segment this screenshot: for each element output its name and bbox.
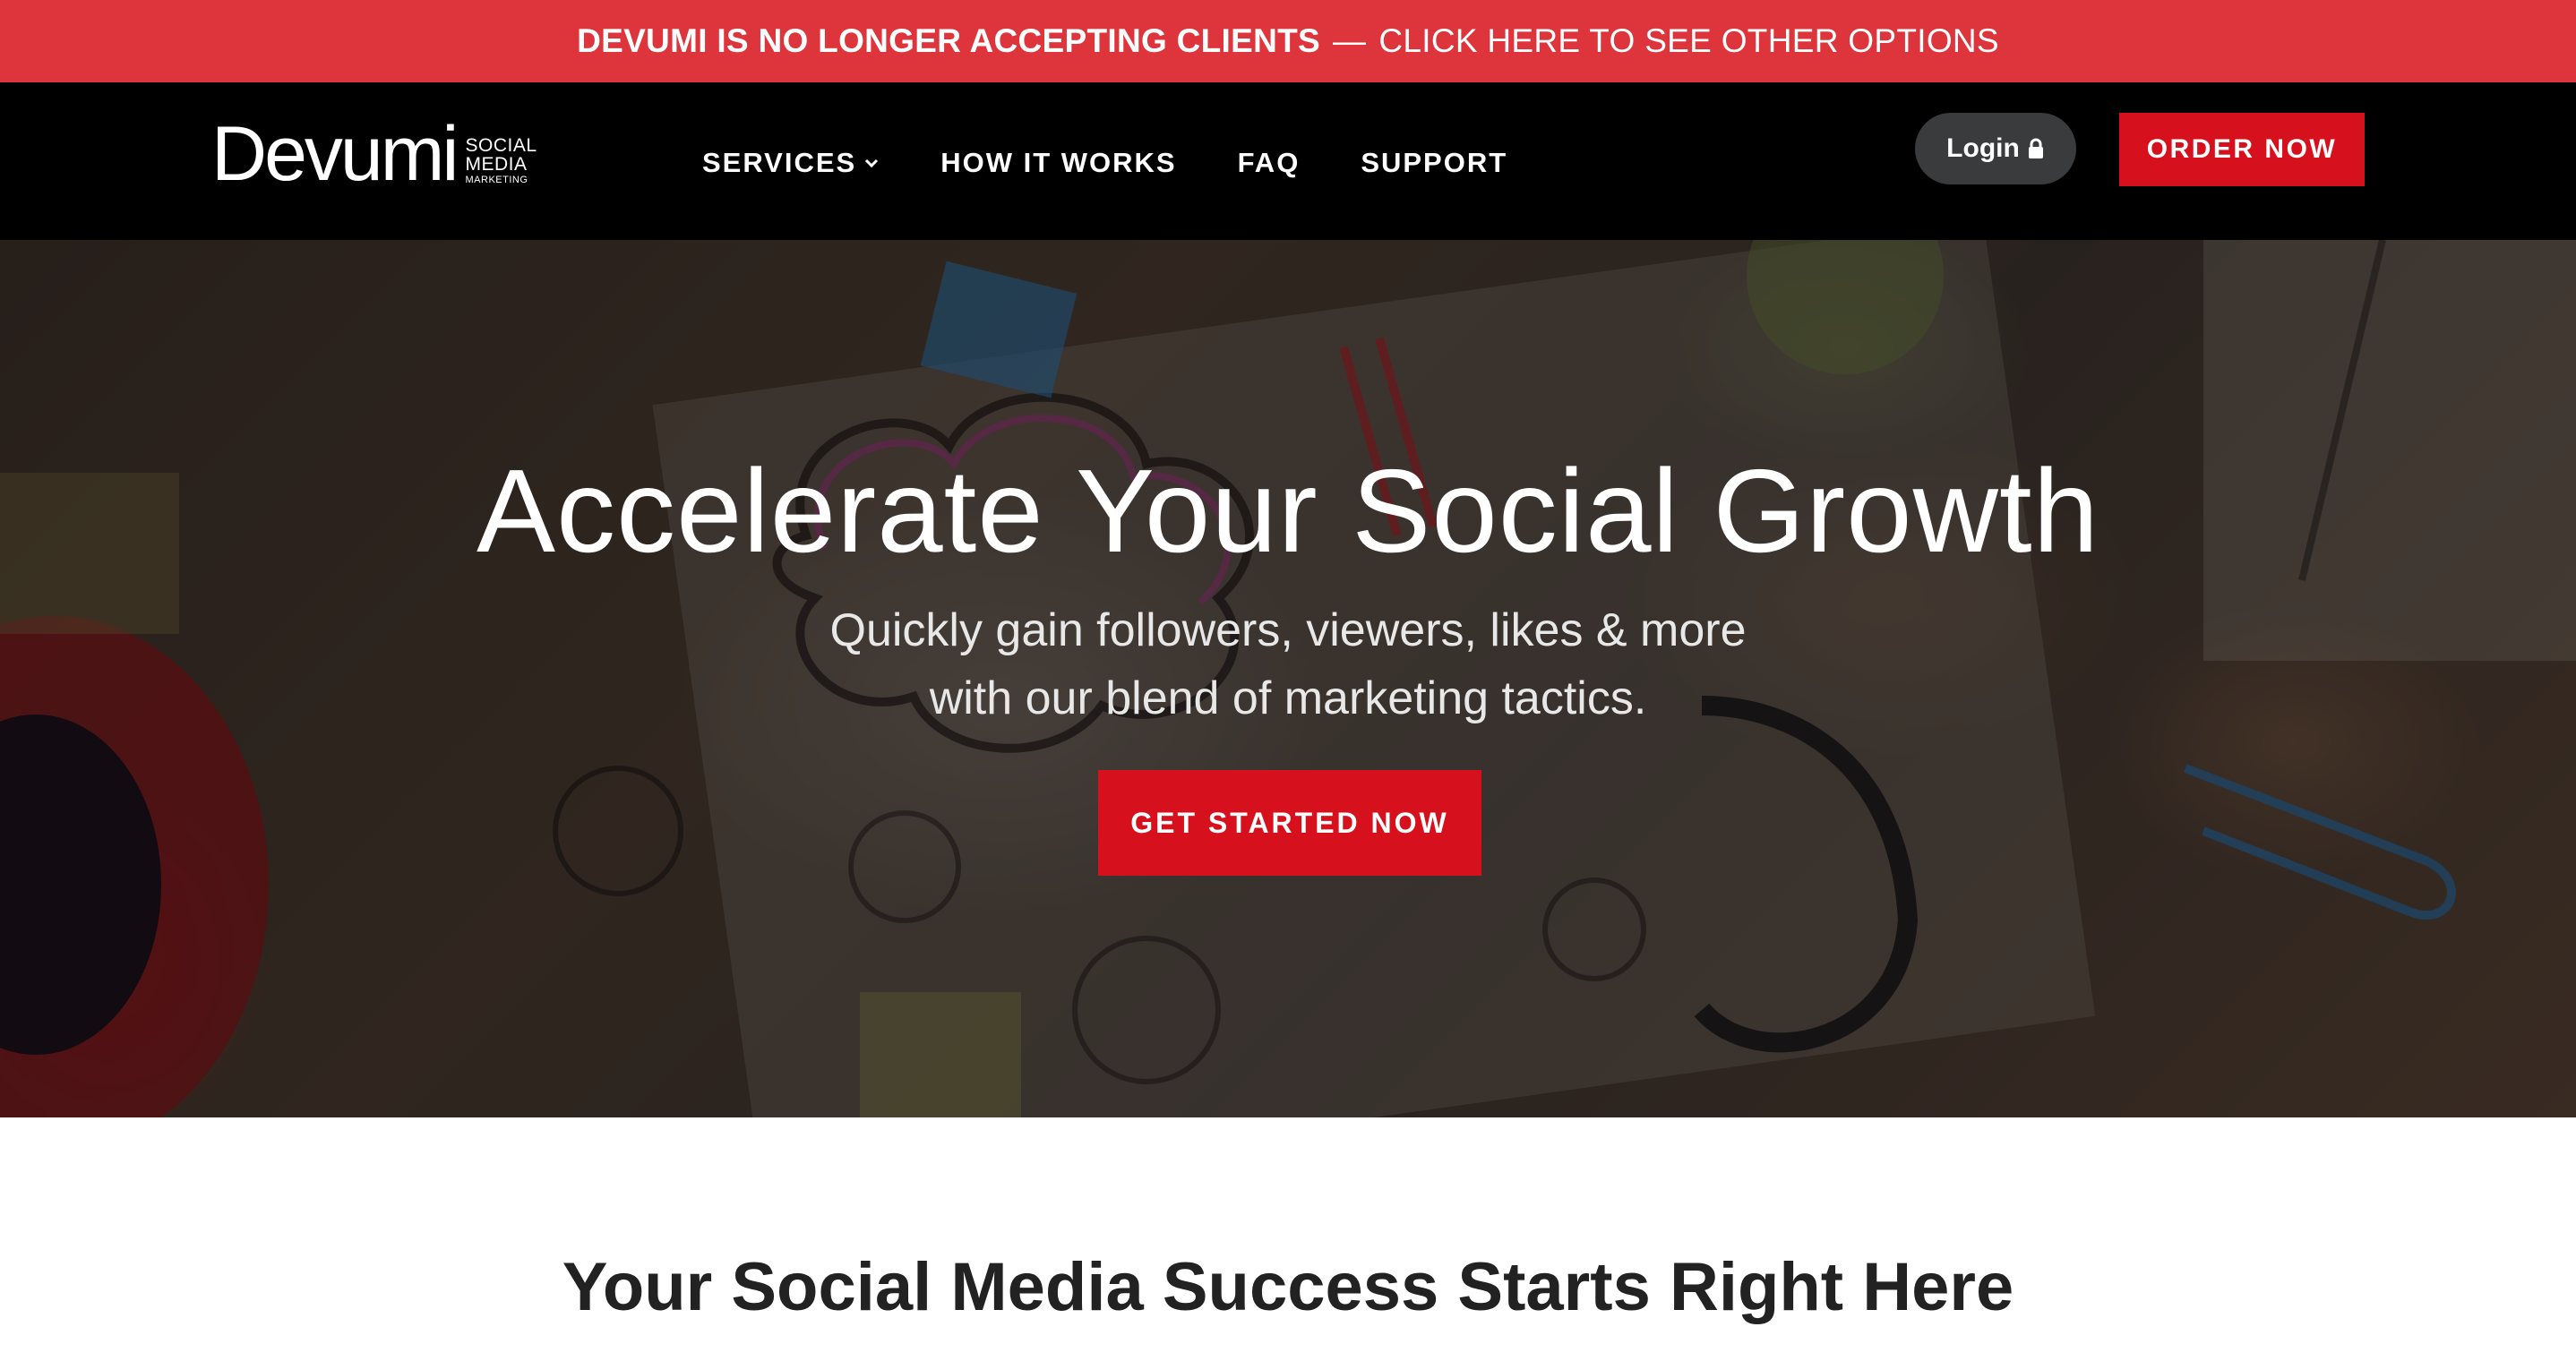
navbar: Devumi SOCIAL MEDIA MARKETING SERVICES H… <box>0 82 2576 240</box>
main-nav: SERVICES HOW IT WORKS FAQ SUPPORT <box>702 143 1568 183</box>
hero-subtitle-line1: Quickly gain followers, viewers, likes &… <box>829 604 1747 656</box>
alert-separator: — <box>1333 22 1367 59</box>
section-heading: Your Social Media Success Starts Right H… <box>562 1249 2014 1325</box>
login-button-label: Login <box>1946 133 2020 163</box>
logo-wordmark: Devumi <box>211 111 459 197</box>
nav-item-how-it-works[interactable]: HOW IT WORKS <box>940 147 1176 179</box>
nav-item-how-it-works-label: HOW IT WORKS <box>940 147 1177 178</box>
login-button[interactable]: Login <box>1915 113 2076 184</box>
logo[interactable]: Devumi SOCIAL MEDIA MARKETING <box>211 109 537 199</box>
order-now-button[interactable]: ORDER NOW <box>2119 113 2365 186</box>
logo-tag-media: MEDIA <box>465 153 528 175</box>
hero-title: Accelerate Your Social Growth <box>477 445 2099 577</box>
hero-section: Accelerate Your Social Growth Quickly ga… <box>0 240 2576 1117</box>
logo-tagline: SOCIAL MEDIA MARKETING <box>466 136 537 185</box>
page: DEVUMI IS NO LONGER ACCEPTING CLIENTS — … <box>0 0 2576 1361</box>
nav-item-support[interactable]: SUPPORT <box>1361 147 1507 179</box>
logo-tag-social: SOCIAL <box>465 134 537 156</box>
alert-banner[interactable]: DEVUMI IS NO LONGER ACCEPTING CLIENTS — … <box>0 0 2576 82</box>
nav-item-faq[interactable]: FAQ <box>1238 147 1301 179</box>
get-started-button[interactable]: GET STARTED NOW <box>1098 770 1481 876</box>
nav-item-services-label: SERVICES <box>702 147 857 178</box>
nav-item-support-label: SUPPORT <box>1361 147 1508 178</box>
chevron-down-icon <box>865 158 879 168</box>
logo-tag-marketing: MARKETING <box>465 174 528 185</box>
nav-item-faq-label: FAQ <box>1237 147 1301 178</box>
hero-subtitle-line2: with our blend of marketing tactics. <box>929 672 1647 724</box>
lock-icon <box>2028 138 2043 158</box>
alert-message: DEVUMI IS NO LONGER ACCEPTING CLIENTS <box>577 22 1321 59</box>
nav-item-services[interactable]: SERVICES <box>702 147 880 179</box>
alert-link[interactable]: CLICK HERE TO SEE OTHER OPTIONS <box>1378 22 1999 60</box>
